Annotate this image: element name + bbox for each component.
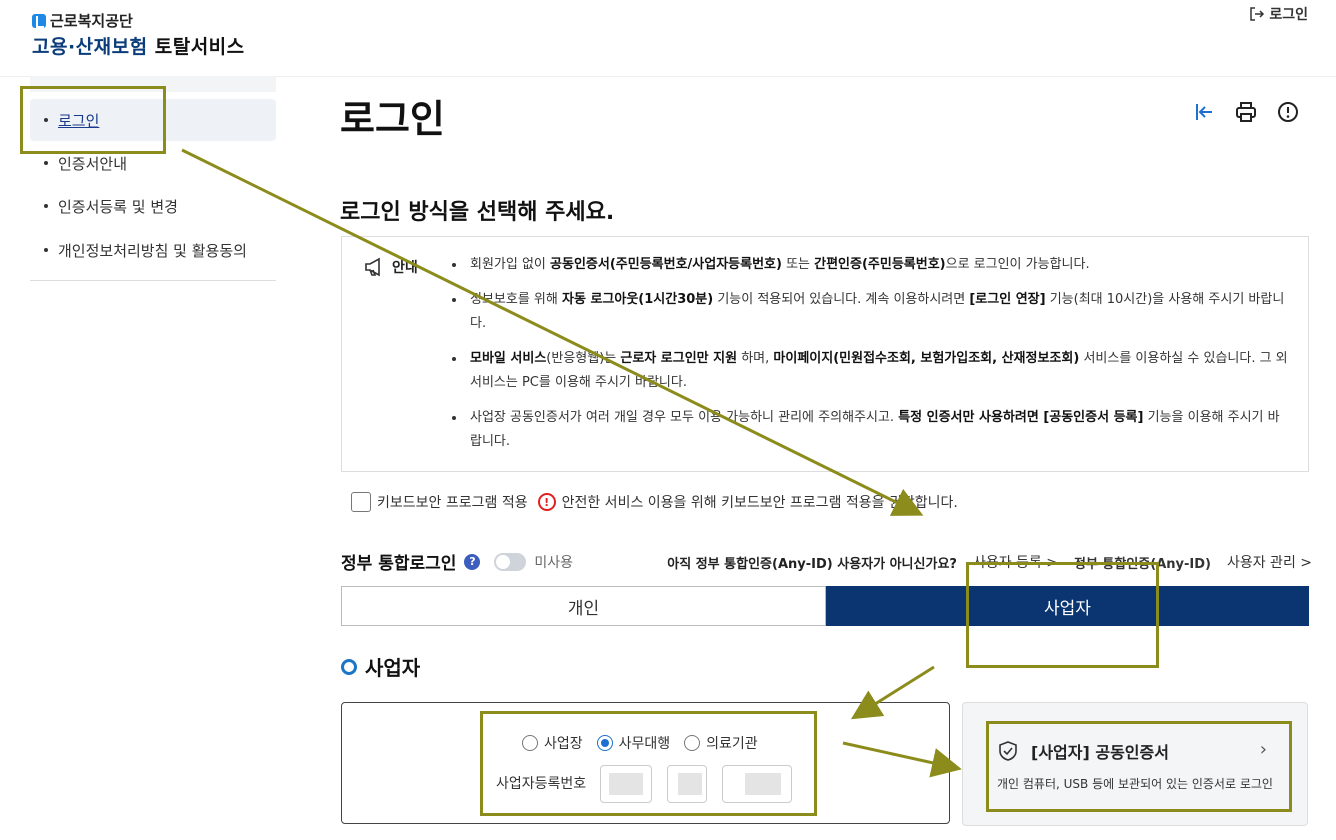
notice-text: 또는 [781,257,815,272]
page-tools [1192,100,1300,124]
service-logo[interactable]: 고용·산재보험 토탈서비스 [32,32,245,59]
help-icon[interactable]: ? [464,553,481,570]
keyboard-security-row: 키보드보안 프로그램 적용 ! 안전한 서비스 이용을 위해 키보드보안 프로그… [351,492,958,512]
notice-box: 안내 회원가입 없이 공동인증서(주민등록번호/사업자등록번호) 또는 간편인증… [341,236,1309,472]
keyboard-security-checkbox[interactable] [351,492,371,512]
gov-login-toggle-state: 미사용 [534,554,574,571]
highlight-box-cert [986,721,1292,812]
notice-text: 기능이 적용되어 있습니다. 계속 이용하시려면 [713,292,970,307]
sidebar-item-privacy[interactable]: 개인정보처리방침 및 활용동의 [30,229,276,271]
sidebar-item-label: 인증서안내 [58,154,128,173]
highlight-box-login [20,86,166,154]
notice-text: 으로 로그인이 가능합니다. [945,257,1090,272]
notice-heading-label: 안내 [392,260,418,276]
sidebar-divider [30,280,276,281]
org-name: 근로복지공단 [50,12,133,30]
warning-icon: ! [537,493,556,511]
sidebar-item-label: 개인정보처리방침 및 활용동의 [58,241,247,260]
bullet-icon [44,161,48,165]
notice-text: (반응형웹)는 [546,351,621,366]
notice-text: [로그인 연장] [969,292,1046,307]
section-subtitle: 로그인 방식을 선택해 주세요. [340,200,615,225]
sidebar-item-label: 인증서등록 및 변경 [58,197,178,216]
notice-text: 마이페이지(민원접수조회, 보험가입조회, 산재정보조회) [773,351,1080,366]
notice-text: 정보보호를 위해 [470,292,562,307]
header-login-label: 로그인 [1269,7,1308,23]
notice-item: 정보보호를 위해 자동 로그아웃(1시간30분) 기능이 적용되어 있습니다. … [450,288,1290,336]
section-ring-icon [341,658,357,675]
keyboard-security-label[interactable]: 키보드보안 프로그램 적용 [377,492,528,512]
login-type-tabs: 개인 사업자 [341,586,1309,626]
megaphone-icon [365,257,380,277]
gov-login-title: 정부 통합로그인 [341,554,457,574]
notice-text: 특정 인증서만 사용하려면 [공동인증서 등록] [898,410,1144,425]
notice-text: 모바일 서비스 [470,351,547,366]
bullet-icon [44,204,48,208]
notice-heading: 안내 [364,257,418,277]
tab-personal[interactable]: 개인 [341,586,826,626]
notice-item: 사업장 공동인증서가 여러 개일 경우 모두 이용 가능하니 관리에 주의해주시… [450,406,1290,454]
notice-list: 회원가입 없이 공동인증서(주민등록번호/사업자등록번호) 또는 간편인증(주민… [450,253,1290,465]
business-section-title: 사업자 [341,652,420,681]
keyboard-security-warning: 안전한 서비스 이용을 위해 키보드보안 프로그램 적용을 권장합니다. [561,495,958,511]
info-icon[interactable] [1276,100,1300,124]
gov-login-header: 정부 통합로그인 ? 미사용 [341,549,573,574]
highlight-box-business-tab [966,562,1159,668]
notice-text: 하며, [737,351,774,366]
print-icon[interactable] [1234,100,1258,124]
collapse-icon[interactable] [1192,100,1216,124]
notice-item: 모바일 서비스(반응형웹)는 근로자 로그인만 지원 하며, 마이페이지(민원접… [450,347,1290,395]
user-manage-link[interactable]: 사용자 관리 > [1227,552,1312,572]
org-logo-icon [32,13,46,28]
service-name-blue: 고용·산재보험 [32,36,148,58]
highlight-box-form [480,711,817,816]
sidebar-item-cert-register[interactable]: 인증서등록 및 변경 [30,185,276,227]
login-icon [1250,7,1265,21]
notice-text: 사업장 공동인증서가 여러 개일 경우 모두 이용 가능하니 관리에 주의해주시… [470,410,899,425]
gov-login-toggle[interactable] [494,552,527,571]
service-name-dark: 토탈서비스 [154,36,245,58]
header-login-link[interactable]: 로그인 [1249,4,1308,24]
gov-login-question: 아직 정부 통합인증(Any-ID) 사용자가 아니신가요? [667,556,957,572]
org-logo[interactable]: 근로복지공단 [32,10,133,31]
notice-item: 회원가입 없이 공동인증서(주민등록번호/사업자등록번호) 또는 간편인증(주민… [450,253,1290,277]
notice-text: 공동인증서(주민등록번호/사업자등록번호) [550,257,782,272]
page-title: 로그인 [340,97,445,141]
bullet-icon [44,248,48,252]
notice-text: 자동 로그아웃(1시간30분) [562,292,714,307]
business-section-label: 사업자 [365,656,421,680]
notice-text: 회원가입 없이 [470,257,551,272]
notice-text: 근로자 로그인만 지원 [620,351,738,366]
notice-text: 간편인증(주민등록번호) [814,257,946,272]
